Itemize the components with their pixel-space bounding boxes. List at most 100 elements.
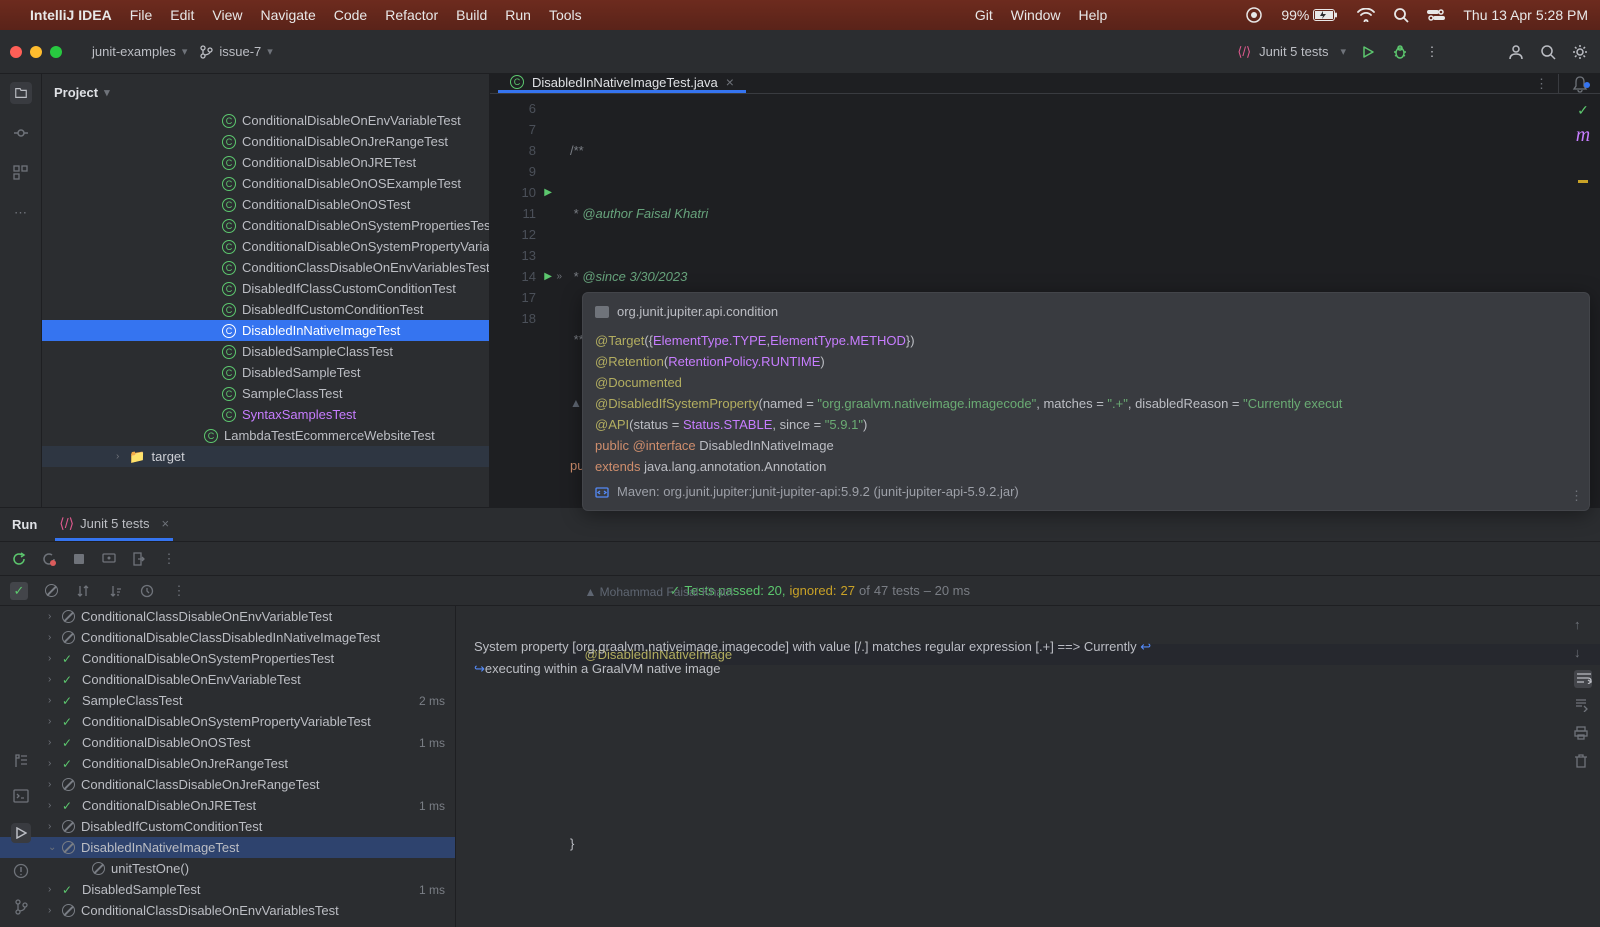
show-passed-toggle[interactable]: ✓ (10, 582, 28, 600)
spotlight-icon[interactable] (1393, 7, 1409, 23)
menu-window[interactable]: Window (1011, 7, 1061, 23)
test-tree-item[interactable]: ›✓ConditionalDisableOnJreRangeTest (0, 753, 455, 774)
test-tree-item[interactable]: ⌄DisabledInNativeImageTest (0, 837, 455, 858)
expand-icon[interactable]: ⌄ (48, 842, 56, 853)
rerun-button[interactable] (10, 550, 28, 568)
project-panel-header[interactable]: Project ▾ (42, 74, 489, 110)
run-toolbar-more-icon[interactable]: ⋮ (160, 550, 178, 568)
stop-button[interactable] (70, 550, 88, 568)
run-tool-icon[interactable] (11, 823, 31, 843)
menu-refactor[interactable]: Refactor (385, 7, 438, 23)
scroll-to-end-icon[interactable] (1574, 698, 1592, 716)
test-tree-item[interactable]: ›✓ConditionalDisableOnSystemPropertiesTe… (0, 648, 455, 669)
test-tree-item[interactable]: ›✓DisabledSampleTest1 ms (0, 879, 455, 900)
sort-alphabetically-icon[interactable] (74, 582, 92, 600)
test-tree-item[interactable]: ›✓ConditionalDisableOnSystemPropertyVari… (0, 711, 455, 732)
wifi-icon[interactable] (1357, 8, 1375, 22)
expand-icon[interactable]: › (48, 695, 51, 706)
project-tree[interactable]: ConditionalDisableOnEnvVariableTest Cond… (42, 110, 489, 507)
commit-tool-icon[interactable] (10, 122, 32, 144)
clear-all-icon[interactable] (1574, 754, 1592, 772)
soft-wrap-toggle[interactable] (1574, 670, 1592, 688)
control-center-icon[interactable] (1427, 8, 1445, 22)
expand-icon[interactable]: › (48, 779, 51, 790)
run-tab-active[interactable]: ⟨/⟩ Junit 5 tests × (55, 508, 173, 541)
sort-by-duration-icon[interactable] (106, 582, 124, 600)
expand-icon[interactable]: › (48, 905, 51, 916)
editor-tabs-more-icon[interactable]: ⋮ (1525, 76, 1558, 92)
menu-view[interactable]: View (212, 7, 242, 23)
branch-crumb[interactable]: issue-7 ▾ (199, 44, 272, 59)
rerun-failed-button[interactable] (40, 550, 58, 568)
screen-record-icon[interactable] (1245, 6, 1263, 24)
warning-stripe[interactable] (1578, 180, 1588, 183)
close-tab-icon[interactable]: × (161, 516, 169, 531)
test-tree-item[interactable]: unitTestOne() (0, 858, 455, 879)
test-tree-item[interactable]: ›DisabledIfCustomConditionTest (0, 816, 455, 837)
run-config-selector[interactable]: ⟨/⟩ Junit 5 tests ▾ (1237, 44, 1346, 60)
problems-tool-icon[interactable] (13, 863, 29, 879)
test-toolbar-more-icon[interactable]: ⋮ (170, 582, 188, 600)
expand-icon[interactable]: › (48, 716, 51, 727)
expand-icon[interactable]: › (48, 611, 51, 622)
git-tool-icon[interactable] (14, 899, 28, 915)
editor-tab-active[interactable]: DisabledInNativeImageTest.java × (498, 74, 746, 93)
run-button[interactable] (1358, 42, 1378, 62)
run-gutter-icon[interactable]: ▶ (544, 266, 552, 287)
maximize-window-button[interactable] (50, 46, 62, 58)
menu-git[interactable]: Git (975, 7, 993, 23)
inspection-ok-icon[interactable]: ✓ (1577, 100, 1589, 121)
menu-file[interactable]: File (130, 7, 153, 23)
minimize-window-button[interactable] (30, 46, 42, 58)
more-tools-icon[interactable]: ⋯ (10, 202, 32, 224)
menu-tools[interactable]: Tools (549, 7, 582, 23)
expand-icon[interactable]: › (48, 758, 51, 769)
code-with-me-icon[interactable] (1506, 42, 1526, 62)
test-tree-item[interactable]: ›ConditionalClassDisableOnEnvVariablesTe… (0, 900, 455, 921)
test-tree-item[interactable]: ›✓ConditionalDisableOnOSTest1 ms (0, 732, 455, 753)
menubar-time[interactable]: 5:28 PM (1536, 7, 1588, 23)
exit-button[interactable] (130, 550, 148, 568)
settings-icon[interactable] (1570, 42, 1590, 62)
expand-icon[interactable]: › (48, 737, 51, 748)
test-tree-item[interactable]: ›ConditionalClassDisableOnEnvVariableTes… (0, 606, 455, 627)
structure-tool-icon[interactable] (10, 162, 32, 184)
run-gutter-icon[interactable]: ▶ (544, 182, 552, 203)
menu-run[interactable]: Run (505, 7, 531, 23)
scroll-up-icon[interactable]: ↑ (1574, 614, 1592, 632)
notifications-icon[interactable] (1558, 74, 1600, 93)
test-tree-item[interactable]: ›✓ConditionalDisableOnJRETest1 ms (0, 795, 455, 816)
battery-status[interactable]: 99% (1281, 7, 1339, 23)
popup-more-icon[interactable]: ⋮ (1570, 485, 1583, 506)
menubar-date[interactable]: Thu 13 Apr (1463, 7, 1532, 23)
test-tree-item[interactable]: ›ConditionalClassDisableOnJreRangeTest (0, 774, 455, 795)
menu-edit[interactable]: Edit (170, 7, 194, 23)
scroll-down-icon[interactable]: ↓ (1574, 642, 1592, 660)
expand-icon[interactable]: › (48, 800, 51, 811)
expand-icon[interactable]: › (48, 632, 51, 643)
menu-navigate[interactable]: Navigate (260, 7, 315, 23)
debug-button[interactable] (1390, 42, 1410, 62)
close-window-button[interactable] (10, 46, 22, 58)
project-tool-icon[interactable] (10, 82, 32, 104)
expand-icon[interactable]: › (48, 884, 51, 895)
dump-threads-button[interactable] (100, 550, 118, 568)
close-tab-icon[interactable]: × (726, 74, 734, 90)
history-icon[interactable] (138, 582, 156, 600)
app-name[interactable]: IntelliJ IDEA (30, 7, 112, 23)
test-tree-item[interactable]: ›ConditionalDisableClassDisabledInNative… (0, 627, 455, 648)
build-tool-icon[interactable] (13, 753, 29, 769)
test-tree[interactable]: ›ConditionalClassDisableOnEnvVariableTes… (0, 606, 456, 927)
more-actions-button[interactable]: ⋮ (1422, 42, 1442, 62)
print-icon[interactable] (1574, 726, 1592, 744)
search-everywhere-icon[interactable] (1538, 42, 1558, 62)
terminal-tool-icon[interactable] (13, 789, 29, 803)
console-output[interactable]: System property [org.graalvm.nativeimage… (456, 606, 1600, 927)
minimap-icon[interactable]: m (1576, 125, 1590, 146)
expand-icon[interactable]: › (48, 821, 51, 832)
show-ignored-toggle[interactable] (42, 582, 60, 600)
expand-icon[interactable]: › (48, 653, 51, 664)
menu-build[interactable]: Build (456, 7, 487, 23)
test-tree-item[interactable]: ›✓ConditionalDisableOnEnvVariableTest (0, 669, 455, 690)
expand-icon[interactable]: › (48, 674, 51, 685)
